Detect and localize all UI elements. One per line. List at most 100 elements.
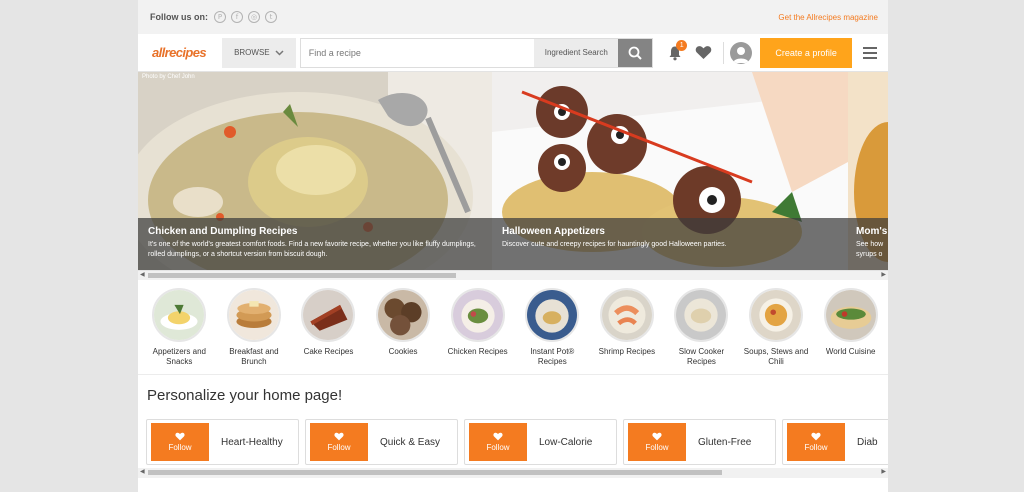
follow-tag-card: Follow Heart-Healthy xyxy=(146,419,299,465)
slide-description: Discover cute and creepy recipes for hau… xyxy=(502,241,727,248)
slide-title[interactable]: Chicken and Dumpling Recipes xyxy=(148,226,482,237)
follow-tags-row: Follow Heart-Healthy Follow Quick & Easy… xyxy=(138,419,888,465)
follow-tag-card: Follow Low-Calorie xyxy=(464,419,617,465)
heart-icon xyxy=(695,46,711,59)
category-label: Chicken Recipes xyxy=(447,347,508,356)
heart-icon xyxy=(334,432,344,441)
search-icon xyxy=(628,46,643,60)
create-profile-button[interactable]: Create a profile xyxy=(760,37,853,68)
personalize-title: Personalize your home page! xyxy=(147,387,343,404)
tags-scrollbar[interactable]: ◀ ▶ xyxy=(138,468,888,478)
notifications-button[interactable]: 1 xyxy=(661,38,689,68)
user-icon xyxy=(733,46,750,63)
category-image-shrimp xyxy=(599,288,654,342)
carousel-slide[interactable]: Photo by Chef John Chicken and Dumpling … xyxy=(138,72,492,270)
category-item[interactable]: Appetizers and Snacks xyxy=(142,288,217,374)
follow-button[interactable]: Follow xyxy=(628,423,686,461)
follow-tag-card: Follow Diab xyxy=(782,419,888,465)
carousel-slide[interactable]: Halloween Appetizers Discover cute and c… xyxy=(492,72,848,270)
category-item[interactable]: Breakfast and Brunch xyxy=(217,288,292,374)
category-image-cake xyxy=(301,288,356,342)
hero-carousel: Photo by Chef John Chicken and Dumpling … xyxy=(138,72,888,270)
scrollbar-thumb[interactable] xyxy=(148,273,456,278)
carousel-scrollbar[interactable]: ◀ ▶ xyxy=(138,270,888,280)
slide-description: It's one of the world's greatest comfort… xyxy=(148,241,476,258)
favorites-button[interactable] xyxy=(689,38,717,68)
slide-caption: Mom's See how syrups o xyxy=(848,218,888,270)
category-item[interactable]: Instant Pot® Recipes xyxy=(515,288,590,374)
ingredient-search-button[interactable]: Ingredient Search xyxy=(534,38,619,67)
category-item[interactable]: Slow Cooker Recipes xyxy=(664,288,739,374)
notification-badge: 1 xyxy=(676,39,688,51)
category-label: Slow Cooker Recipes xyxy=(678,347,725,366)
category-item[interactable]: Cookies xyxy=(366,288,441,374)
tag-label: Diab xyxy=(857,436,878,448)
category-label: Shrimp Recipes xyxy=(598,347,656,356)
photo-credit: Photo by Chef John xyxy=(142,74,195,80)
category-label: Cookies xyxy=(388,347,418,356)
facebook-icon[interactable]: f xyxy=(231,11,243,23)
search-bar: Ingredient Search xyxy=(299,37,654,68)
slide-description: See how syrups o xyxy=(856,241,884,258)
follow-button[interactable]: Follow xyxy=(469,423,527,461)
heart-icon xyxy=(175,432,185,441)
category-image-chicken xyxy=(450,288,505,342)
scroll-left-icon[interactable]: ◀ xyxy=(140,468,145,475)
top-strip: Follow us on: P f ◎ t Get the Allrecipes… xyxy=(138,0,888,34)
follow-label: Follow xyxy=(804,443,828,452)
follow-button[interactable]: Follow xyxy=(310,423,368,461)
search-button[interactable] xyxy=(618,38,653,67)
category-image-instant-pot xyxy=(525,288,580,342)
follow-button[interactable]: Follow xyxy=(787,423,845,461)
carousel-slide[interactable]: Mom's See how syrups o xyxy=(848,72,888,270)
category-label: Breakfast and Brunch xyxy=(229,347,279,366)
category-item[interactable]: Cake Recipes xyxy=(291,288,366,374)
category-image-slow-cooker xyxy=(674,288,729,342)
category-item[interactable]: World Cuisine xyxy=(813,288,888,374)
avatar[interactable] xyxy=(730,41,753,64)
header-divider xyxy=(723,41,725,64)
allrecipes-logo[interactable]: allrecipes xyxy=(138,45,214,60)
magazine-link[interactable]: Get the Allrecipes magazine xyxy=(778,13,878,22)
scrollbar-thumb[interactable] xyxy=(148,470,722,475)
instagram-icon[interactable]: ◎ xyxy=(248,11,260,23)
category-image-appetizers xyxy=(152,288,207,342)
slide-title[interactable]: Halloween Appetizers xyxy=(502,226,838,237)
category-label: World Cuisine xyxy=(825,347,876,356)
scroll-right-icon[interactable]: ▶ xyxy=(881,271,886,278)
pinterest-icon[interactable]: P xyxy=(214,11,226,23)
category-label: Soups, Stews and Chili xyxy=(743,347,809,366)
tag-label: Low-Calorie xyxy=(539,436,593,448)
slide-caption: Chicken and Dumpling Recipes It's one of… xyxy=(138,218,492,270)
logo-text: allrecipes xyxy=(152,45,207,60)
category-image-world-cuisine xyxy=(823,288,878,342)
tag-label: Gluten-Free xyxy=(698,436,752,448)
category-item[interactable]: Shrimp Recipes xyxy=(590,288,665,374)
category-item[interactable]: Soups, Stews and Chili xyxy=(739,288,814,374)
category-image-soups xyxy=(749,288,804,342)
browse-button[interactable]: BROWSE xyxy=(221,37,296,68)
heart-icon xyxy=(493,432,503,441)
scroll-right-icon[interactable]: ▶ xyxy=(881,468,886,475)
search-input[interactable] xyxy=(300,38,535,67)
twitter-icon[interactable]: t xyxy=(265,11,277,23)
tag-label: Heart-Healthy xyxy=(221,436,283,448)
tag-label: Quick & Easy xyxy=(380,436,441,448)
category-label: Appetizers and Snacks xyxy=(152,347,206,366)
header: allrecipes BROWSE Ingredient Search 1 Cr… xyxy=(138,34,888,72)
category-row: Appetizers and Snacks Breakfast and Brun… xyxy=(138,280,888,375)
follow-label: Follow xyxy=(327,443,351,452)
follow-label: Follow xyxy=(168,443,192,452)
category-item[interactable]: Chicken Recipes xyxy=(440,288,515,374)
scroll-left-icon[interactable]: ◀ xyxy=(140,271,145,278)
chevron-down-icon xyxy=(275,49,284,56)
hamburger-menu-icon[interactable] xyxy=(852,46,888,59)
category-label: Instant Pot® Recipes xyxy=(530,347,575,366)
follow-button[interactable]: Follow xyxy=(151,423,209,461)
slide-title[interactable]: Mom's xyxy=(856,226,888,237)
follow-us-label: Follow us on: xyxy=(150,12,208,22)
browse-label: BROWSE xyxy=(234,48,270,57)
heart-icon xyxy=(652,432,662,441)
slide-caption: Halloween Appetizers Discover cute and c… xyxy=(492,218,848,270)
category-image-breakfast xyxy=(226,288,281,342)
